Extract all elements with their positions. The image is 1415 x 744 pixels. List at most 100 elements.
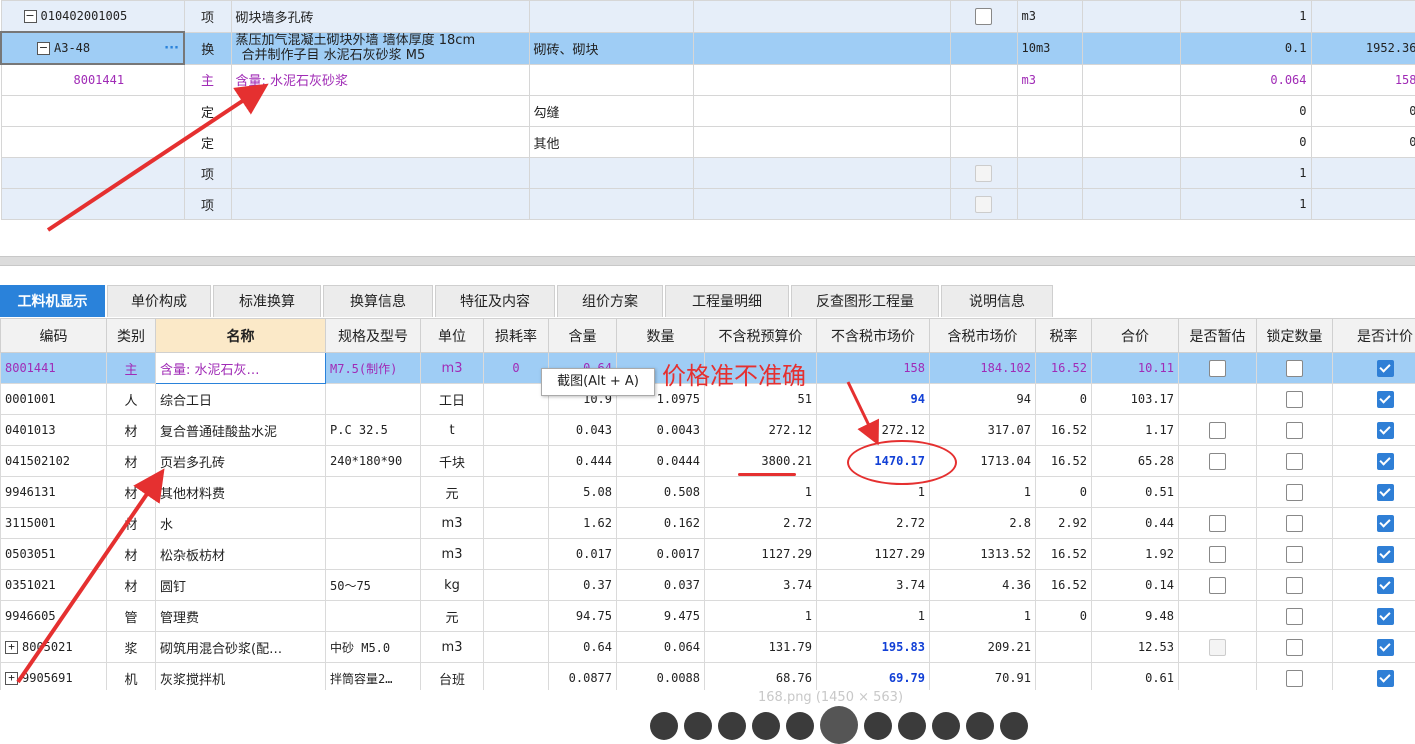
resource-total: 1.92 bbox=[1092, 539, 1179, 570]
lock-qty-checkbox[interactable] bbox=[1286, 515, 1303, 532]
col-quantity[interactable]: 数量 bbox=[617, 319, 705, 353]
col-spec[interactable]: 规格及型号 bbox=[326, 319, 421, 353]
thumb-dot-current[interactable] bbox=[820, 706, 858, 744]
thumb-dot[interactable] bbox=[718, 712, 746, 740]
thumb-dot[interactable] bbox=[684, 712, 712, 740]
resource-market-price-tax: 184.102 bbox=[930, 353, 1036, 384]
top-type: 项 bbox=[184, 1, 231, 33]
lock-qty-checkbox[interactable] bbox=[1286, 484, 1303, 501]
thumb-dot[interactable] bbox=[1000, 712, 1028, 740]
priced-checkbox[interactable] bbox=[1377, 453, 1394, 470]
col-unit[interactable]: 单位 bbox=[421, 319, 484, 353]
priced-checkbox[interactable] bbox=[1377, 515, 1394, 532]
col-priced[interactable]: 是否计价 bbox=[1333, 319, 1415, 353]
provisional-checkbox[interactable] bbox=[1209, 422, 1226, 439]
col-category[interactable]: 类别 bbox=[107, 319, 156, 353]
lock-qty-checkbox[interactable] bbox=[1286, 422, 1303, 439]
priced-checkbox[interactable] bbox=[1377, 608, 1394, 625]
col-tax-rate[interactable]: 税率 bbox=[1036, 319, 1092, 353]
priced-checkbox[interactable] bbox=[1377, 422, 1394, 439]
tab-reverse-check[interactable]: 反查图形工程量 bbox=[791, 285, 939, 317]
lock-qty-checkbox[interactable] bbox=[1286, 360, 1303, 377]
priced-checkbox[interactable] bbox=[1377, 546, 1394, 563]
thumb-dot[interactable] bbox=[932, 712, 960, 740]
resource-row[interactable]: +9905691机灰浆搅拌机拌筒容量2…台班0.08770.008868.766… bbox=[1, 663, 1415, 691]
top-row-3[interactable]: 定 勾缝 0 0 bbox=[1, 96, 1415, 127]
lock-qty-checkbox[interactable] bbox=[1286, 639, 1303, 656]
top-type: 定 bbox=[184, 96, 231, 127]
tab-unit-price[interactable]: 单价构成 bbox=[107, 285, 211, 317]
resource-row[interactable]: +8005021浆砌筑用混合砂浆(配…中砂 M5.0m30.640.064131… bbox=[1, 632, 1415, 663]
top-checkbox[interactable] bbox=[975, 196, 992, 213]
expand-icon[interactable]: + bbox=[5, 641, 18, 654]
provisional-checkbox[interactable] bbox=[1209, 515, 1226, 532]
tab-description[interactable]: 说明信息 bbox=[941, 285, 1053, 317]
resource-category: 材 bbox=[107, 446, 156, 477]
priced-checkbox[interactable] bbox=[1377, 639, 1394, 656]
col-total[interactable]: 合价 bbox=[1092, 319, 1179, 353]
col-content[interactable]: 含量 bbox=[549, 319, 617, 353]
tab-pricing-plan[interactable]: 组价方案 bbox=[557, 285, 663, 317]
collapse-icon[interactable]: − bbox=[24, 10, 37, 23]
tab-quantity-detail[interactable]: 工程量明细 bbox=[665, 285, 789, 317]
thumb-dot[interactable] bbox=[786, 712, 814, 740]
tab-standard-conversion[interactable]: 标准换算 bbox=[213, 285, 321, 317]
col-loss-rate[interactable]: 损耗率 bbox=[484, 319, 549, 353]
thumb-dot[interactable] bbox=[966, 712, 994, 740]
thumb-dot[interactable] bbox=[864, 712, 892, 740]
col-budget-price[interactable]: 不含税预算价 bbox=[705, 319, 817, 353]
panel-splitter[interactable] bbox=[0, 256, 1415, 266]
lock-qty-checkbox[interactable] bbox=[1286, 670, 1303, 687]
thumb-dot[interactable] bbox=[650, 712, 678, 740]
top-checkbox[interactable] bbox=[975, 165, 992, 182]
tab-labor-material-machine[interactable]: 工料机显示 bbox=[0, 285, 105, 317]
col-provisional[interactable]: 是否暂估 bbox=[1179, 319, 1257, 353]
thumb-dot[interactable] bbox=[898, 712, 926, 740]
resource-quantity: 0.064 bbox=[617, 632, 705, 663]
col-lock-qty[interactable]: 锁定数量 bbox=[1257, 319, 1333, 353]
col-code[interactable]: 编码 bbox=[1, 319, 107, 353]
top-row-6[interactable]: 项 1 bbox=[1, 189, 1415, 220]
collapse-icon[interactable]: − bbox=[37, 42, 50, 55]
provisional-checkbox[interactable] bbox=[1209, 453, 1226, 470]
priced-checkbox[interactable] bbox=[1377, 670, 1394, 687]
top-row-1[interactable]: −A3-48··· 换 蒸压加气混凝土砌块外墙 墙体厚度 18cm合并制作子目 … bbox=[1, 32, 1415, 64]
top-row-2[interactable]: 8001441 主 含量: 水泥石灰砂浆 m3 0.064 158 bbox=[1, 64, 1415, 96]
top-checkbox[interactable] bbox=[975, 8, 992, 25]
provisional-checkbox[interactable] bbox=[1209, 639, 1226, 656]
provisional-checkbox[interactable] bbox=[1209, 577, 1226, 594]
resource-row[interactable]: 041502102材页岩多孔砖240*180*90千块0.4440.044438… bbox=[1, 446, 1415, 477]
more-icon[interactable]: ··· bbox=[164, 41, 179, 56]
resource-row[interactable]: 9946131材其他材料费元5.080.50811100.51 bbox=[1, 477, 1415, 508]
lock-qty-checkbox[interactable] bbox=[1286, 453, 1303, 470]
priced-checkbox[interactable] bbox=[1377, 484, 1394, 501]
lock-qty-checkbox[interactable] bbox=[1286, 577, 1303, 594]
resource-row[interactable]: 0503051材松杂板枋材m30.0170.00171127.291127.29… bbox=[1, 539, 1415, 570]
resource-budget-price: 131.79 bbox=[705, 632, 817, 663]
top-row-4[interactable]: 定 其他 0 0 bbox=[1, 127, 1415, 158]
col-market-price[interactable]: 不含税市场价 bbox=[817, 319, 930, 353]
provisional-checkbox[interactable] bbox=[1209, 546, 1226, 563]
lock-qty-checkbox[interactable] bbox=[1286, 391, 1303, 408]
priced-checkbox[interactable] bbox=[1377, 577, 1394, 594]
expand-icon[interactable]: + bbox=[5, 672, 18, 685]
resource-market-price-tax: 4.36 bbox=[930, 570, 1036, 601]
tab-features[interactable]: 特征及内容 bbox=[435, 285, 555, 317]
top-row-5[interactable]: 项 1 bbox=[1, 158, 1415, 189]
priced-checkbox[interactable] bbox=[1377, 391, 1394, 408]
priced-checkbox[interactable] bbox=[1377, 360, 1394, 377]
thumb-dot[interactable] bbox=[752, 712, 780, 740]
resource-row[interactable]: 0351021材圆钉50～75kg0.370.0373.743.744.3616… bbox=[1, 570, 1415, 601]
resource-quantity: 0.508 bbox=[617, 477, 705, 508]
col-market-price-tax[interactable]: 含税市场价 bbox=[930, 319, 1036, 353]
lock-qty-checkbox[interactable] bbox=[1286, 608, 1303, 625]
lock-qty-checkbox[interactable] bbox=[1286, 546, 1303, 563]
top-row-0[interactable]: −010402001005 项 砌块墙多孔砖 m3 1 bbox=[1, 1, 1415, 33]
col-name[interactable]: 名称 bbox=[156, 319, 326, 353]
resource-row[interactable]: 0401013材复合普通硅酸盐水泥P.C 32.5t0.0430.0043272… bbox=[1, 415, 1415, 446]
provisional-checkbox[interactable] bbox=[1209, 360, 1226, 377]
resource-unit: t bbox=[421, 415, 484, 446]
resource-row[interactable]: 3115001材水m31.620.1622.722.722.82.920.44 bbox=[1, 508, 1415, 539]
resource-row[interactable]: 9946605管管理费元94.759.47511109.48 bbox=[1, 601, 1415, 632]
tab-conversion-info[interactable]: 换算信息 bbox=[323, 285, 433, 317]
